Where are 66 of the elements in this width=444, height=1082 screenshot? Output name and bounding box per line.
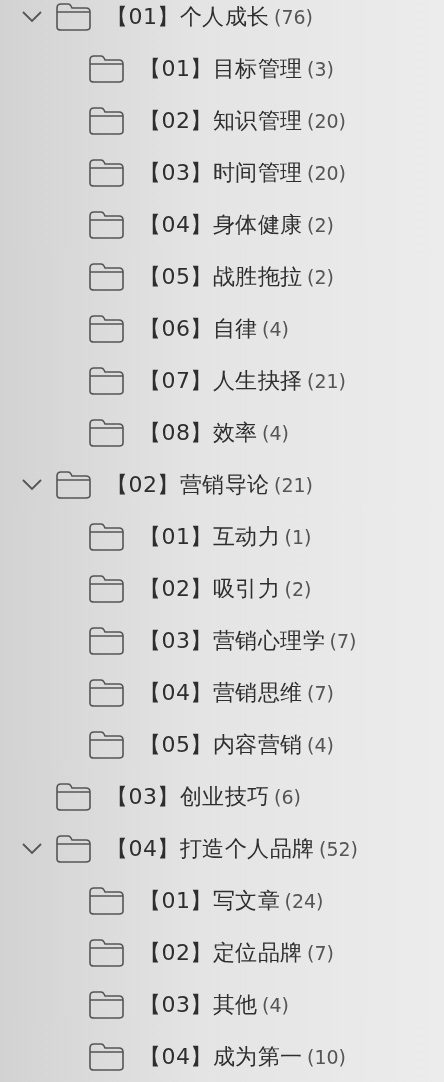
folder-icon — [88, 54, 125, 84]
item-count: (20) — [307, 162, 346, 184]
folder-icon — [88, 366, 125, 396]
folder-name[interactable]: 【03】营销心理学 — [139, 626, 326, 656]
folder-icon — [88, 886, 125, 916]
folder-name[interactable]: 【01】写文章 — [139, 886, 281, 916]
folder-name[interactable]: 【03】创业技巧 — [106, 782, 270, 812]
folder-name[interactable]: 【04】打造个人品牌 — [106, 834, 315, 864]
folder-icon — [88, 418, 125, 448]
folder-name[interactable]: 【01】个人成长 — [106, 2, 270, 32]
item-count: (24) — [284, 890, 324, 912]
item-count: (2) — [284, 578, 312, 600]
item-count: (4) — [262, 994, 289, 1016]
item-count: (21) — [307, 370, 346, 392]
folder-name[interactable]: 【08】效率 — [139, 418, 258, 448]
folder-name[interactable]: 【01】互动力 — [139, 522, 281, 552]
folder-name[interactable]: 【02】营销导论 — [106, 470, 270, 500]
item-count: (76) — [274, 6, 313, 28]
folder-name[interactable]: 【05】内容营销 — [139, 730, 303, 760]
folder-icon — [55, 470, 92, 500]
folder-name[interactable]: 【02】知识管理 — [139, 106, 303, 136]
item-count: (4) — [262, 318, 289, 340]
folder-icon — [88, 626, 125, 656]
item-count: (3) — [307, 58, 334, 80]
folder-icon — [55, 2, 92, 32]
folder-name[interactable]: 【04】身体健康 — [139, 210, 303, 240]
folder-name[interactable]: 【02】定位品牌 — [139, 938, 303, 968]
folder-name[interactable]: 【03】其他 — [139, 990, 258, 1020]
item-count: (7) — [307, 682, 334, 704]
folder-icon — [55, 834, 92, 864]
folder-icon — [88, 158, 125, 188]
item-count: (2) — [307, 214, 334, 236]
folder-name[interactable]: 【07】人生抉择 — [139, 366, 303, 396]
item-count: (4) — [262, 422, 289, 444]
folder-name[interactable]: 【04】成为第一 — [139, 1042, 303, 1072]
chevron-down-icon[interactable] — [22, 479, 42, 491]
item-count: (7) — [307, 942, 334, 964]
folder-icon — [88, 314, 125, 344]
item-count: (20) — [307, 110, 346, 132]
folder-icon — [88, 730, 125, 760]
folder-icon — [88, 106, 125, 136]
item-count: (21) — [274, 474, 313, 496]
chevron-down-icon[interactable] — [22, 843, 42, 855]
folder-name[interactable]: 【06】自律 — [139, 314, 258, 344]
item-count: (4) — [307, 734, 334, 756]
item-count: (1) — [284, 526, 312, 548]
item-count: (10) — [307, 1046, 346, 1068]
folder-icon — [88, 262, 125, 292]
folder-name[interactable]: 【02】吸引力 — [139, 574, 281, 604]
folder-name[interactable]: 【04】营销思维 — [139, 678, 303, 708]
folder-icon — [88, 522, 125, 552]
folder-name[interactable]: 【03】时间管理 — [139, 158, 303, 188]
item-count: (2) — [307, 266, 334, 288]
folder-icon — [88, 990, 125, 1020]
folder-name[interactable]: 【01】目标管理 — [139, 54, 303, 84]
folder-icon — [88, 210, 125, 240]
folder-icon — [88, 678, 125, 708]
chevron-down-icon[interactable] — [22, 11, 42, 23]
folder-icon — [88, 938, 125, 968]
folder-icon — [88, 1042, 125, 1072]
item-count: (6) — [274, 786, 301, 808]
folder-icon — [55, 782, 92, 812]
folder-name[interactable]: 【05】战胜拖拉 — [139, 262, 303, 292]
item-count: (52) — [319, 838, 358, 860]
item-count: (7) — [329, 630, 357, 652]
folder-icon — [88, 574, 125, 604]
